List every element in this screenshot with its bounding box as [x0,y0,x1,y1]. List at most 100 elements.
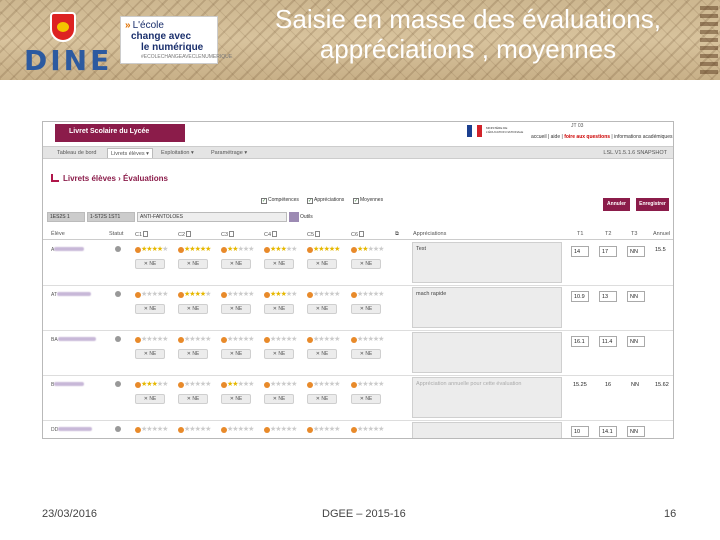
col-t3[interactable]: T3 [631,231,637,237]
star-rating[interactable]: ★★★★★ [227,335,254,343]
ne-toggle-button[interactable]: ✕ NE [178,394,208,404]
col-c4[interactable]: C4 [264,231,278,238]
t2-input[interactable]: 13 [599,291,617,302]
expand-icon[interactable] [229,231,235,237]
student-name[interactable]: BA [51,337,96,343]
star-rating[interactable]: ★★★★★ [184,380,211,388]
ne-toggle-button[interactable]: ✕ NE [307,259,337,269]
ne-toggle-button[interactable]: ✕ NE [264,349,294,359]
ne-toggle-button[interactable]: ✕ NE [264,304,294,314]
expand-icon[interactable] [186,231,192,237]
expand-icon[interactable] [272,231,278,237]
group-select[interactable]: 1-ST2S 1ST1 [87,212,135,222]
expand-icon[interactable] [359,231,365,237]
checkbox-competences[interactable]: ✓ Compétences [261,197,299,204]
star-rating[interactable]: ★★★★★ [141,245,168,253]
ne-toggle-button[interactable]: ✕ NE [135,394,165,404]
menu-exploitation[interactable]: Exploitation ▾ [161,150,194,156]
col-eleve[interactable]: Élève [51,231,65,237]
star-rating[interactable]: ★★★★★ [357,335,384,343]
menu-livrets-eleves[interactable]: Livrets élèves ▾ [107,148,153,158]
star-rating[interactable]: ★★★★★ [270,335,297,343]
ne-toggle-button[interactable]: ✕ NE [178,304,208,314]
star-rating[interactable]: ★★★★★ [141,290,168,298]
student-name[interactable]: DD [51,427,93,433]
star-rating[interactable]: ★★★★★ [313,245,340,253]
col-t1[interactable]: T1 [577,231,583,237]
t1-input[interactable]: 10 [571,426,589,437]
link-infos[interactable]: informations académiques [614,134,672,140]
ne-toggle-button[interactable]: ✕ NE [178,259,208,269]
t3-input[interactable]: NN [627,291,645,302]
star-rating[interactable]: ★★★★★ [141,380,168,388]
student-name[interactable]: AT [51,292,92,298]
ne-toggle-button[interactable]: ✕ NE [221,304,251,314]
appreciation-textarea[interactable]: mach rapide [412,287,562,328]
col-c6[interactable]: C6 [351,231,365,238]
ne-toggle-button[interactable]: ✕ NE [178,349,208,359]
class-select[interactable]: 1ES2S 1 [47,212,85,222]
ne-toggle-button[interactable]: ✕ NE [307,304,337,314]
expand-icon[interactable] [315,231,321,237]
star-rating[interactable]: ★★★★★ [227,245,254,253]
ne-toggle-button[interactable]: ✕ NE [351,394,381,404]
star-rating[interactable]: ★★★★★ [313,425,340,433]
star-rating[interactable]: ★★★★★ [141,425,168,433]
star-rating[interactable]: ★★★★★ [270,245,297,253]
ne-toggle-button[interactable]: ✕ NE [264,259,294,269]
appreciation-textarea[interactable] [412,422,562,438]
tools-label[interactable]: Outils [300,214,313,220]
copy-icon[interactable]: ⧉ [395,231,399,238]
ne-toggle-button[interactable]: ✕ NE [221,394,251,404]
checkbox-moyennes[interactable]: ✓ Moyennes [353,197,383,204]
ne-toggle-button[interactable]: ✕ NE [221,349,251,359]
star-rating[interactable]: ★★★★★ [313,290,340,298]
ne-toggle-button[interactable]: ✕ NE [264,394,294,404]
star-rating[interactable]: ★★★★★ [227,380,254,388]
col-statut[interactable]: Statut [109,231,123,237]
t1-input[interactable]: 10.9 [571,291,589,302]
star-rating[interactable]: ★★★★★ [313,380,340,388]
star-rating[interactable]: ★★★★★ [313,335,340,343]
t2-input[interactable]: 17 [599,246,617,257]
star-rating[interactable]: ★★★★★ [184,335,211,343]
ne-toggle-button[interactable]: ✕ NE [135,304,165,314]
ne-toggle-button[interactable]: ✕ NE [351,304,381,314]
t3-input[interactable]: NN [627,336,645,347]
col-c5[interactable]: C5 [307,231,321,238]
student-name[interactable]: B [51,382,85,388]
star-rating[interactable]: ★★★★★ [357,425,384,433]
t3-input[interactable]: NN [627,426,645,437]
menu-tableau-de-bord[interactable]: Tableau de bord [57,150,96,156]
t3-input[interactable]: NN [627,246,645,257]
star-rating[interactable]: ★★★★★ [357,245,384,253]
t1-input[interactable]: 14 [571,246,589,257]
col-c3[interactable]: C3 [221,231,235,238]
ne-toggle-button[interactable]: ✕ NE [135,349,165,359]
star-rating[interactable]: ★★★★★ [184,290,211,298]
star-rating[interactable]: ★★★★★ [270,425,297,433]
t2-input[interactable]: 11.4 [599,336,617,347]
link-faq[interactable]: foire aux questions [564,134,610,140]
link-aide[interactable]: aide [551,134,560,140]
ne-toggle-button[interactable]: ✕ NE [135,259,165,269]
col-appreciations[interactable]: Appréciations [413,231,446,237]
appreciation-textarea[interactable]: Appréciation annuelle pour cette évaluat… [412,377,562,418]
col-annuel[interactable]: Annuel [653,231,670,237]
star-rating[interactable]: ★★★★★ [227,425,254,433]
col-c2[interactable]: C2 [178,231,192,238]
ne-toggle-button[interactable]: ✕ NE [221,259,251,269]
menu-icon[interactable] [289,212,299,222]
expand-icon[interactable] [143,231,149,237]
t2-input[interactable]: 14.1 [599,426,617,437]
ne-toggle-button[interactable]: ✕ NE [351,259,381,269]
star-rating[interactable]: ★★★★★ [184,245,211,253]
link-accueil[interactable]: accueil [531,134,547,140]
checkbox-appreciations[interactable]: ✓ Appréciations [307,197,344,204]
subject-select[interactable]: ANTI-FANTOLOES [137,212,287,222]
cancel-button[interactable]: Annuler [603,198,630,211]
col-c1[interactable]: C1 [135,231,149,238]
star-rating[interactable]: ★★★★★ [357,380,384,388]
ne-toggle-button[interactable]: ✕ NE [307,394,337,404]
col-t2[interactable]: T2 [605,231,611,237]
